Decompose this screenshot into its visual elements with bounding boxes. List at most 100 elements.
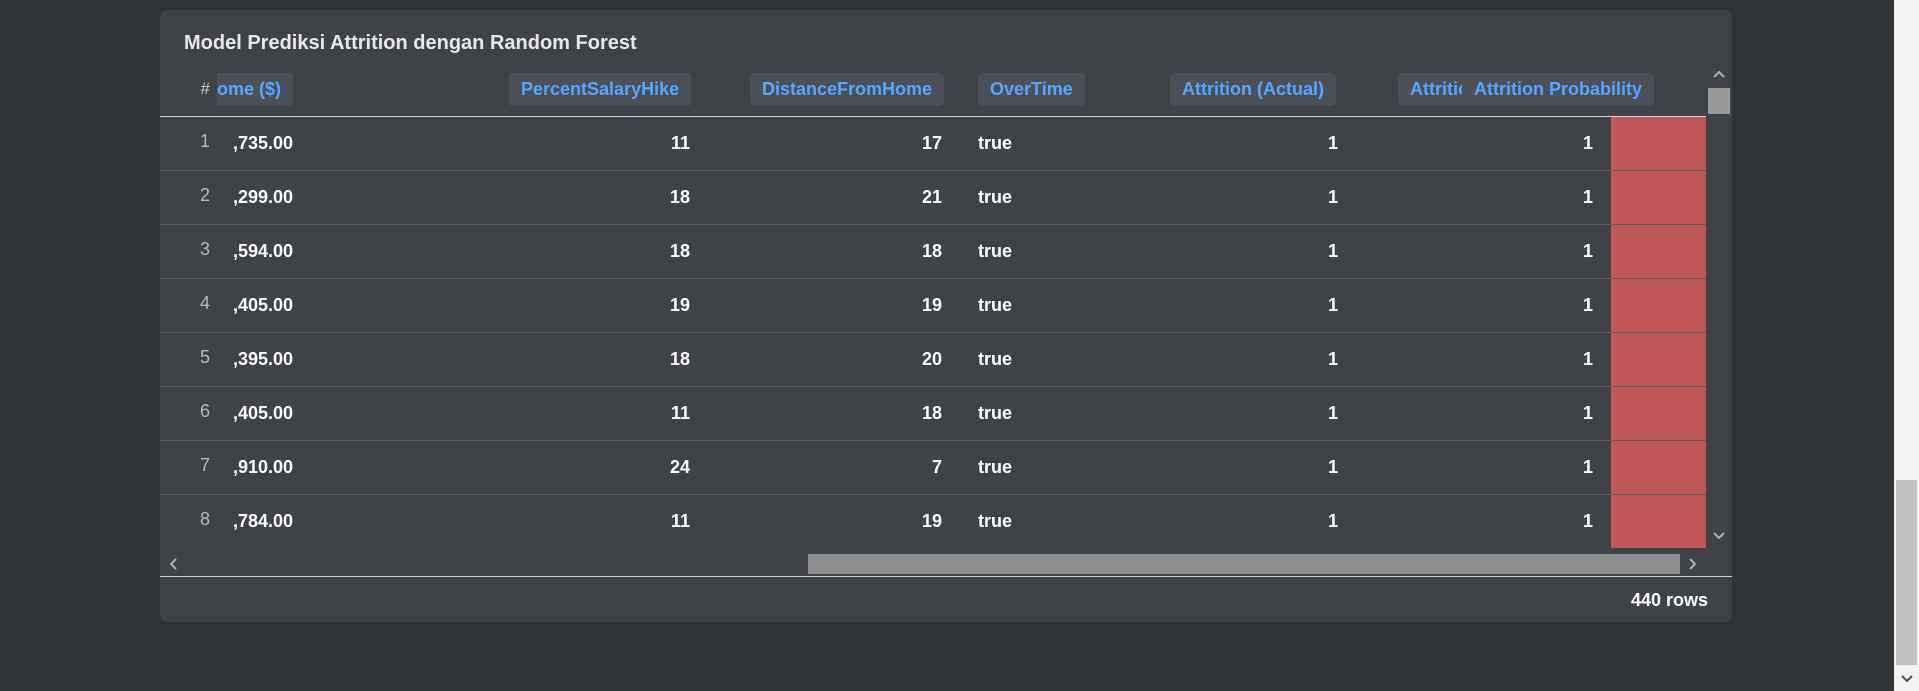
attrition-actual-cell: 1: [1327, 241, 1338, 261]
income-value: ,735.00: [232, 133, 293, 153]
overtime-cell: true: [978, 457, 1013, 477]
header-distance-from-home-wrap: DistanceFromHome: [750, 62, 945, 116]
row-number: 6: [199, 401, 210, 421]
table-row[interactable]: 5 ,395.00 18 20 true 1 1 98%: [160, 333, 1706, 387]
header-overtime[interactable]: OverTime: [978, 72, 1085, 106]
attrition-actual-cell: 1: [1327, 295, 1338, 315]
header-attrition-actual-wrap: Attrition (Actual): [1170, 62, 1336, 116]
chevron-up-icon[interactable]: [1706, 62, 1732, 86]
header-attrition-actual[interactable]: Attrition (Actual): [1170, 72, 1336, 106]
income-cell: ,910.00: [217, 441, 293, 494]
percent-salary-hike-cell: 19: [669, 295, 690, 315]
percent-salary-hike-cell: 11: [670, 511, 690, 531]
attrition-actual-cell: 1: [1327, 349, 1338, 369]
page-scroll-down-icon[interactable]: [1894, 666, 1919, 691]
table-row[interactable]: 6,405.001118true1198%: [160, 387, 1706, 441]
income-value: ,405.00: [232, 295, 293, 315]
attrition-predicted-cell: 1: [1582, 457, 1593, 477]
income-value: ,395.00: [232, 349, 293, 369]
attrition-actual-cell: 1: [1327, 457, 1338, 477]
table-row[interactable]: 1,735.001117true1199.1%: [160, 117, 1706, 171]
row-number: 4: [199, 293, 210, 313]
percent-salary-hike-cell: 18: [669, 241, 690, 261]
page-scroll-thumb[interactable]: [1896, 480, 1917, 665]
attrition-probability-cell: 98%: [1611, 387, 1706, 440]
table-row[interactable]: 2 ,299.00 18 21 true 1 1 99%: [160, 171, 1706, 225]
header-overtime-wrap: OverTime: [978, 62, 1085, 116]
distance-from-home-cell: 18: [921, 403, 942, 423]
header-distance-from-home[interactable]: DistanceFromHome: [750, 72, 945, 106]
attrition-predicted-cell: 1: [1582, 511, 1593, 531]
income-value: ,299.00: [232, 187, 293, 207]
attrition-actual-cell: 1: [1327, 511, 1338, 531]
overtime-cell: true: [978, 511, 1013, 531]
overtime-cell: true: [978, 295, 1013, 315]
attrition-probability-cell: 98%: [1611, 333, 1706, 386]
overtime-cell: true: [978, 241, 1013, 261]
attrition-predicted-cell: 1: [1582, 187, 1593, 207]
chevron-left-icon[interactable]: [160, 552, 186, 576]
distance-from-home-cell: 19: [921, 511, 942, 531]
attrition-predicted-cell: 1: [1582, 241, 1593, 261]
income-value: ,784.00: [232, 511, 293, 531]
data-table-card: Model Prediksi Attrition dengan Random F…: [160, 10, 1732, 622]
attrition-probability-cell: 97.9%: [1611, 495, 1706, 548]
table-row[interactable]: 8,784.001119true1197.9%: [160, 495, 1706, 548]
header-percent-salary-hike-wrap: PercentSalaryHike: [509, 62, 692, 116]
attrition-probability-cell: 98.6%: [1611, 279, 1706, 332]
table-row[interactable]: 3 ,594.00 18 18 true 1 1 98.7%: [160, 225, 1706, 279]
income-cell: ,784.00: [217, 495, 293, 548]
attrition-predicted-cell: 1: [1582, 403, 1593, 423]
horizontal-scrollbar[interactable]: [160, 552, 1732, 577]
attrition-actual-cell: 1: [1327, 187, 1338, 207]
overtime-cell: true: [978, 403, 1013, 423]
attrition-actual-cell: 1: [1327, 403, 1338, 423]
percent-salary-hike-cell: 11: [670, 403, 690, 423]
header-percent-salary-hike[interactable]: PercentSalaryHike: [509, 72, 692, 106]
table-row[interactable]: 7 ,910.00 24 7 true 1 1 97.9%: [160, 441, 1706, 495]
page-scrollbar[interactable]: [1894, 0, 1919, 691]
attrition-predicted-cell: 1: [1582, 133, 1593, 153]
attrition-probability-cell: 99.1%: [1611, 117, 1706, 170]
header-attrition-probability-wrap: Attrition Probability: [1462, 62, 1654, 116]
row-number: 1: [199, 131, 210, 151]
header-attrition-probability[interactable]: Attrition Probability: [1462, 72, 1654, 106]
income-cell: ,395.00: [217, 333, 293, 386]
row-number: 8: [199, 509, 210, 529]
income-cell: ,299.00: [217, 171, 293, 224]
percent-salary-hike-cell: 18: [669, 349, 690, 369]
income-value: ,910.00: [232, 457, 293, 477]
percent-salary-hike-cell: 24: [669, 457, 690, 477]
distance-from-home-cell: 7: [931, 457, 942, 477]
table-row[interactable]: 4 ,405.00 19 19 true 1 1 98.6%: [160, 279, 1706, 333]
attrition-predicted-cell: 1: [1582, 349, 1593, 369]
attrition-probability-cell: 98.7%: [1611, 225, 1706, 278]
row-number: 3: [199, 239, 210, 259]
distance-from-home-cell: 21: [921, 187, 942, 207]
distance-from-home-cell: 17: [921, 133, 942, 153]
income-cell: ,405.00: [217, 387, 293, 440]
table-viewport[interactable]: # ome ($) PercentSalaryHike DistanceFrom…: [160, 62, 1706, 548]
row-count: 440 rows: [1630, 589, 1708, 610]
income-cell: ,405.00: [217, 279, 293, 332]
header-income[interactable]: ome ($): [217, 72, 293, 106]
income-cell: ,735.00: [217, 117, 293, 170]
income-value: ,594.00: [232, 241, 293, 261]
horizontal-scroll-thumb[interactable]: [808, 554, 1680, 574]
overtime-cell: true: [978, 349, 1013, 369]
vertical-scrollbar[interactable]: [1706, 62, 1732, 548]
income-value: ,405.00: [232, 403, 293, 423]
overtime-cell: true: [978, 133, 1013, 153]
row-number: 2: [199, 185, 210, 205]
table-title: Model Prediksi Attrition dengan Random F…: [184, 32, 637, 54]
rownum-header: #: [200, 79, 210, 98]
percent-salary-hike-cell: 18: [669, 187, 690, 207]
distance-from-home-cell: 18: [921, 241, 942, 261]
header-income-wrap: ome ($): [217, 62, 293, 116]
chevron-down-icon[interactable]: [1706, 524, 1732, 548]
attrition-predicted-cell: 1: [1582, 295, 1593, 315]
vertical-scroll-thumb[interactable]: [1708, 88, 1730, 114]
income-cell: ,594.00: [217, 225, 293, 278]
distance-from-home-cell: 20: [921, 349, 942, 369]
chevron-right-icon[interactable]: [1680, 552, 1706, 576]
